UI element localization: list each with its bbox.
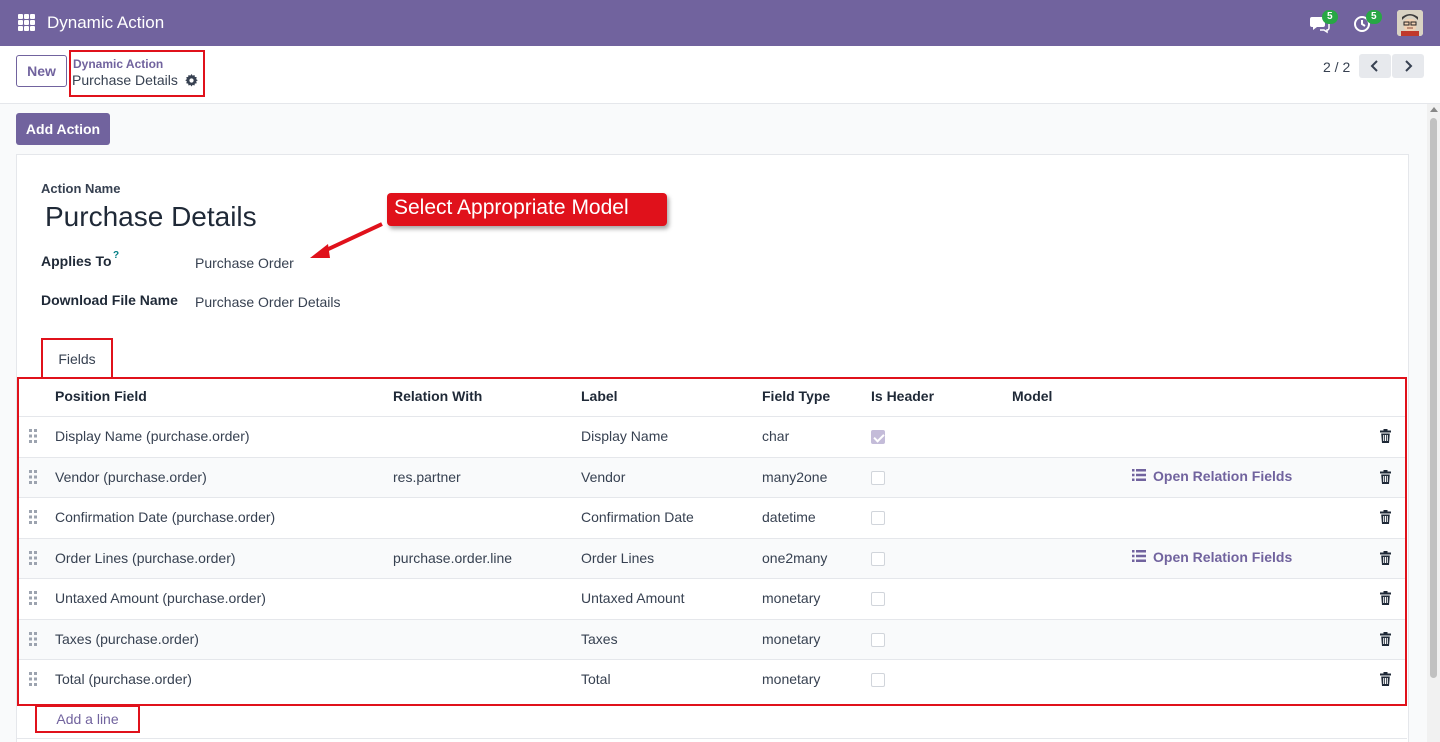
cell-label[interactable]: Display Name: [581, 428, 668, 444]
activities-badge: 5: [1366, 10, 1382, 24]
breadcrumb-parent-link[interactable]: Dynamic Action: [73, 57, 163, 71]
drag-handle-icon[interactable]: [29, 510, 37, 524]
table-row[interactable]: Taxes (purchase.order) Taxes monetary: [19, 619, 1405, 660]
chevron-left-icon: [1370, 60, 1378, 72]
open-relation-fields-label: Open Relation Fields: [1153, 468, 1293, 484]
applies-to-help-tooltip[interactable]: ?: [113, 250, 119, 261]
pager-previous-button[interactable]: [1359, 54, 1391, 78]
user-avatar[interactable]: [1397, 10, 1423, 36]
trash-icon[interactable]: [1380, 470, 1391, 484]
cell-field-type: monetary: [762, 590, 821, 606]
is-header-checkbox[interactable]: [871, 511, 885, 525]
top-navbar: Dynamic Action: [0, 0, 1440, 46]
cell-position-field[interactable]: Order Lines (purchase.order): [55, 550, 236, 566]
column-header-field-type[interactable]: Field Type: [762, 388, 830, 404]
table-row[interactable]: Confirmation Date (purchase.order) Confir…: [19, 497, 1405, 538]
drag-handle-icon[interactable]: [29, 591, 37, 605]
cell-position-field[interactable]: Display Name (purchase.order): [55, 428, 250, 444]
list-icon: [1132, 549, 1153, 565]
trash-icon[interactable]: [1380, 551, 1391, 565]
list-icon: [1132, 468, 1153, 484]
trash-icon[interactable]: [1380, 429, 1391, 443]
pager-value[interactable]: 2 / 2: [1323, 59, 1350, 75]
cell-label[interactable]: Total: [581, 671, 611, 687]
cell-position-field[interactable]: Untaxed Amount (purchase.order): [55, 590, 266, 606]
pager-next-button[interactable]: [1392, 54, 1424, 78]
messages-icon[interactable]: 5: [1309, 10, 1338, 34]
tab-fields[interactable]: Fields: [41, 338, 113, 378]
trash-icon[interactable]: [1380, 591, 1391, 605]
trash-icon[interactable]: [1380, 672, 1391, 686]
cell-field-type: datetime: [762, 509, 816, 525]
is-header-checkbox[interactable]: [871, 471, 885, 485]
messages-badge: 5: [1322, 10, 1338, 24]
table-row[interactable]: Vendor (purchase.order) res.partner Vendor…: [19, 457, 1405, 498]
cell-position-field[interactable]: Vendor (purchase.order): [55, 469, 207, 485]
column-header-label[interactable]: Label: [581, 388, 618, 404]
cell-label[interactable]: Untaxed Amount: [581, 590, 685, 606]
app-title[interactable]: Dynamic Action: [47, 13, 164, 33]
is-header-checkbox[interactable]: [871, 430, 885, 444]
add-action-button[interactable]: Add Action: [16, 113, 110, 145]
column-header-position-field[interactable]: Position Field: [55, 388, 147, 404]
column-header-relation-with[interactable]: Relation With: [393, 388, 482, 404]
apps-menu-icon[interactable]: [18, 14, 35, 31]
cell-field-type: monetary: [762, 671, 821, 687]
open-relation-fields-label: Open Relation Fields: [1153, 549, 1293, 565]
control-panel: New Dynamic Action Purchase Details 2 / …: [0, 46, 1440, 104]
cell-label[interactable]: Confirmation Date: [581, 509, 694, 525]
action-name-field[interactable]: Purchase Details: [45, 201, 257, 233]
divider: [17, 738, 1407, 739]
table-row[interactable]: Order Lines (purchase.order) purchase.ord…: [19, 538, 1405, 579]
is-header-checkbox[interactable]: [871, 633, 885, 647]
is-header-checkbox[interactable]: [871, 592, 885, 606]
breadcrumb-current: Purchase Details: [72, 72, 178, 88]
open-relation-fields-button[interactable]: Open Relation Fields: [1132, 468, 1292, 484]
chevron-right-icon: [1405, 60, 1413, 72]
cell-relation-with[interactable]: res.partner: [393, 469, 461, 485]
action-name-label: Action Name: [41, 181, 121, 196]
cell-position-field[interactable]: Total (purchase.order): [55, 671, 192, 687]
scroll-up-arrow-icon[interactable]: [1430, 107, 1438, 112]
cell-field-type: char: [762, 428, 790, 444]
drag-handle-icon[interactable]: [29, 672, 37, 686]
drag-handle-icon[interactable]: [29, 551, 37, 565]
breadcrumb: Dynamic Action Purchase Details: [69, 50, 205, 97]
applies-to-field[interactable]: Purchase Order: [195, 255, 294, 271]
drag-handle-icon[interactable]: [29, 470, 37, 484]
drag-handle-icon[interactable]: [29, 429, 37, 443]
drag-handle-icon[interactable]: [29, 632, 37, 646]
cell-field-type: monetary: [762, 631, 821, 647]
cell-field-type: one2many: [762, 550, 828, 566]
gear-icon[interactable]: [185, 74, 198, 87]
download-file-name-label: Download File Name: [41, 292, 178, 308]
cell-relation-with[interactable]: purchase.order.line: [393, 550, 512, 566]
cell-position-field[interactable]: Confirmation Date (purchase.order): [55, 509, 275, 525]
table-row[interactable]: Total (purchase.order) Total monetary: [19, 659, 1405, 700]
cell-label[interactable]: Order Lines: [581, 550, 654, 566]
cell-position-field[interactable]: Taxes (purchase.order): [55, 631, 199, 647]
is-header-checkbox[interactable]: [871, 552, 885, 566]
scrollbar-thumb[interactable]: [1430, 118, 1437, 678]
cell-label[interactable]: Taxes: [581, 631, 618, 647]
trash-icon[interactable]: [1380, 632, 1391, 646]
trash-icon[interactable]: [1380, 510, 1391, 524]
is-header-checkbox[interactable]: [871, 673, 885, 687]
cell-label[interactable]: Vendor: [581, 469, 625, 485]
activity-clock-icon[interactable]: 5: [1353, 10, 1382, 34]
cell-field-type: many2one: [762, 469, 828, 485]
open-relation-fields-button[interactable]: Open Relation Fields: [1132, 549, 1292, 565]
annotation-callout: Select Appropriate Model: [387, 193, 667, 226]
vertical-scrollbar[interactable]: [1427, 104, 1440, 742]
column-header-is-header[interactable]: Is Header: [871, 388, 934, 404]
column-header-model[interactable]: Model: [1012, 388, 1052, 404]
applies-to-label: Applies To: [41, 253, 112, 269]
add-a-line-button[interactable]: Add a line: [35, 705, 140, 733]
annotation-arrow-icon: [310, 222, 383, 258]
new-button[interactable]: New: [16, 55, 67, 87]
table-row[interactable]: Display Name (purchase.order) Display Nam…: [19, 416, 1405, 457]
download-file-name-field[interactable]: Purchase Order Details: [195, 294, 341, 310]
table-row[interactable]: Untaxed Amount (purchase.order) Untaxed A…: [19, 578, 1405, 619]
